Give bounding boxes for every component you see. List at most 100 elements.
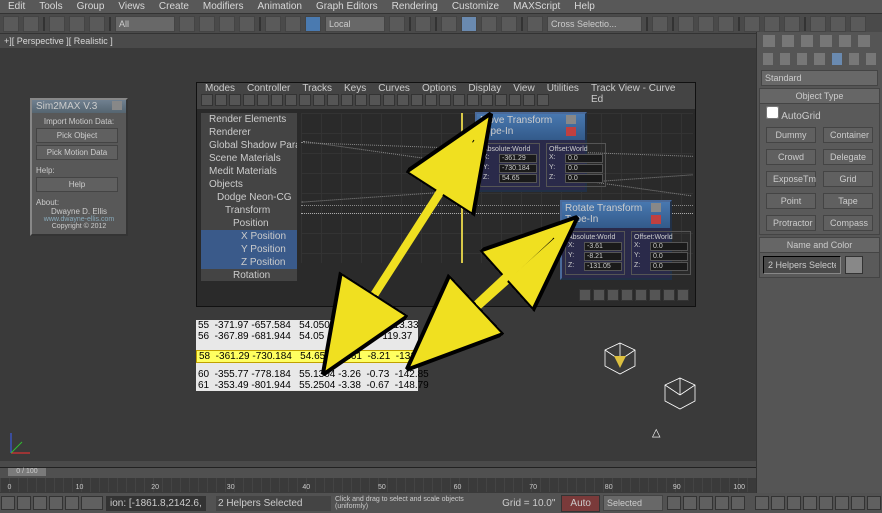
key-filter-dropdown[interactable]: Selected — [603, 495, 663, 511]
move-button[interactable] — [265, 16, 281, 32]
select-button[interactable] — [179, 16, 195, 32]
close-icon[interactable] — [566, 127, 576, 136]
rot-y-input[interactable]: -8.21 — [584, 252, 622, 261]
scale-button[interactable] — [305, 16, 321, 32]
curve-editor-button[interactable] — [744, 16, 760, 32]
rect-select-button[interactable] — [219, 16, 235, 32]
hierarchy-tab-icon[interactable] — [801, 35, 813, 47]
tv-nav-6[interactable] — [649, 289, 661, 301]
nav-5-button[interactable] — [819, 496, 833, 510]
tape-button[interactable]: Tape — [823, 193, 873, 209]
menu-create[interactable]: Create — [159, 1, 189, 12]
tree-position[interactable]: Position — [201, 217, 297, 230]
align-button[interactable] — [678, 16, 694, 32]
menu-modifiers[interactable]: Modifiers — [203, 1, 244, 12]
play-button[interactable] — [699, 496, 713, 510]
move-ox-input[interactable]: 0.0 — [565, 154, 603, 163]
rotate-dialog-title[interactable]: Rotate Transform Type-In — [562, 202, 670, 228]
tree-scene-materials[interactable]: Scene Materials — [201, 152, 297, 165]
select-manipulate-button[interactable] — [415, 16, 431, 32]
protractor-button[interactable]: Protractor — [766, 215, 816, 231]
tv-tool-13[interactable] — [369, 94, 381, 106]
minimize-icon[interactable] — [566, 115, 576, 124]
snap-toggle-button[interactable] — [441, 16, 457, 32]
track-tree[interactable]: Render Elements Renderer Global Shadow P… — [201, 113, 297, 281]
tv-nav-5[interactable] — [635, 289, 647, 301]
window-crossing-button[interactable] — [239, 16, 255, 32]
render-setup-button[interactable] — [810, 16, 826, 32]
tv-tool-24[interactable] — [523, 94, 535, 106]
delegate-button[interactable]: Delegate — [823, 149, 873, 165]
grid-button[interactable]: Grid — [823, 171, 873, 187]
crowd-button[interactable]: Crowd — [766, 149, 816, 165]
tv-nav-1[interactable] — [579, 289, 591, 301]
tree-dodge-neon[interactable]: Dodge Neon-CG — [201, 191, 297, 204]
autogrid-checkbox[interactable] — [766, 106, 779, 119]
material-editor-button[interactable] — [784, 16, 800, 32]
tv-tool-12[interactable] — [355, 94, 367, 106]
menu-help[interactable]: Help — [574, 1, 595, 12]
tv-tool-7[interactable] — [285, 94, 297, 106]
object-name-input[interactable] — [763, 256, 841, 274]
tv-tool-18[interactable] — [439, 94, 451, 106]
move-z-input[interactable]: 54.65 — [499, 174, 537, 183]
tv-tool-25[interactable] — [537, 94, 549, 106]
menu-group[interactable]: Group — [77, 1, 105, 12]
move-oy-input[interactable]: 0.0 — [565, 164, 603, 173]
menu-maxscript[interactable]: MAXScript — [513, 1, 560, 12]
os-btn-wide[interactable] — [81, 496, 103, 510]
sim2max-panel[interactable]: Sim2MAX V.3 Import Motion Data: Pick Obj… — [30, 98, 128, 236]
sim2max-titlebar[interactable]: Sim2MAX V.3 — [32, 100, 126, 113]
lights-icon[interactable] — [797, 53, 807, 65]
tv-menu-controller[interactable]: Controller — [247, 83, 290, 93]
tv-tool-10[interactable] — [327, 94, 339, 106]
os-btn-3[interactable] — [33, 496, 47, 510]
nav-7-button[interactable] — [851, 496, 865, 510]
tv-tool-8[interactable] — [299, 94, 311, 106]
next-frame-button[interactable] — [715, 496, 729, 510]
redo-button[interactable] — [23, 16, 39, 32]
graphite-button[interactable] — [718, 16, 734, 32]
nav-8-button[interactable] — [867, 496, 881, 510]
prev-frame-button[interactable] — [683, 496, 697, 510]
spinner-snap-button[interactable] — [501, 16, 517, 32]
tv-tool-11[interactable] — [341, 94, 353, 106]
tree-z-position[interactable]: Z Position — [201, 256, 297, 269]
ref-coord-dropdown[interactable]: Local — [325, 16, 385, 32]
menu-rendering[interactable]: Rendering — [392, 1, 438, 12]
minimize-icon[interactable] — [651, 203, 661, 212]
nav-4-button[interactable] — [803, 496, 817, 510]
tv-menu-curves[interactable]: Curves — [378, 83, 410, 93]
named-selection-dropdown[interactable]: Cross Selectio... — [547, 16, 642, 32]
mirror-button[interactable] — [652, 16, 668, 32]
create-tab-icon[interactable] — [763, 35, 775, 47]
tree-shadow[interactable]: Global Shadow Parameters — [201, 139, 297, 152]
url-link[interactable]: www.dwayne-ellis.com — [36, 216, 122, 223]
subcategory-dropdown[interactable]: Standard — [761, 70, 878, 86]
rot-ox-input[interactable]: 0.0 — [650, 242, 688, 251]
tv-menu-view[interactable]: View — [513, 83, 535, 93]
viewport-label[interactable]: +][ Perspective ][ Realistic ] — [0, 34, 882, 48]
link-button[interactable] — [49, 16, 65, 32]
undo-button[interactable] — [3, 16, 19, 32]
modify-tab-icon[interactable] — [782, 35, 794, 47]
tree-renderer[interactable]: Renderer — [201, 126, 297, 139]
rotate-button[interactable] — [285, 16, 301, 32]
color-swatch[interactable] — [845, 256, 863, 274]
spacewarps-icon[interactable] — [849, 53, 859, 65]
pivot-button[interactable] — [389, 16, 405, 32]
rot-z-input[interactable]: -131.05 — [584, 262, 622, 271]
move-oz-input[interactable]: 0.0 — [565, 174, 603, 183]
dummy-button[interactable]: Dummy — [766, 127, 816, 143]
goto-end-button[interactable] — [731, 496, 745, 510]
os-btn-4[interactable] — [49, 496, 63, 510]
menu-graph-editors[interactable]: Graph Editors — [316, 1, 378, 12]
time-thumb[interactable]: 0 / 100 — [8, 468, 46, 476]
angle-snap-button[interactable] — [461, 16, 477, 32]
move-dialog-title[interactable]: Move Transform Type-In — [477, 114, 585, 140]
bind-button[interactable] — [89, 16, 105, 32]
os-btn-5[interactable] — [65, 496, 79, 510]
cameras-icon[interactable] — [814, 53, 824, 65]
menu-animation[interactable]: Animation — [257, 1, 301, 12]
geometry-icon[interactable] — [763, 53, 773, 65]
